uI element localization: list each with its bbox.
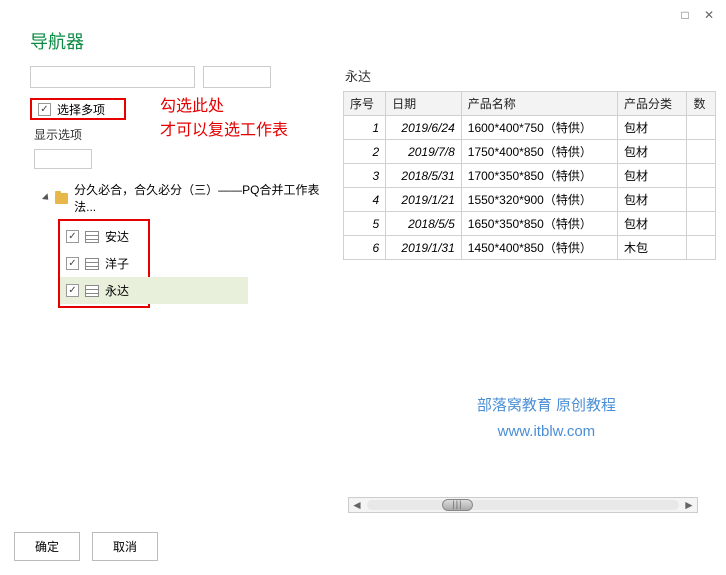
- navigator-tree: 分久必合，合久必分（三）——PQ合并工作表法... 安达 洋子 永达: [30, 179, 325, 308]
- cell: 3: [344, 164, 386, 188]
- sheet-label: 洋子: [105, 255, 129, 272]
- ok-button[interactable]: 确定: [14, 532, 80, 561]
- table-row[interactable]: 42019/1/211550*320*900（特供）包材: [344, 188, 716, 212]
- cell: 2019/1/21: [386, 188, 462, 212]
- tree-item-yangzi[interactable]: 洋子: [60, 250, 148, 277]
- table-header-row: 序号 日期 产品名称 产品分类 数: [344, 92, 716, 116]
- annotation-line2: 才可以复选工作表: [160, 119, 288, 143]
- cell: 5: [344, 212, 386, 236]
- annotation-text: 勾选此处 才可以复选工作表: [160, 95, 288, 143]
- col-category[interactable]: 产品分类: [617, 92, 687, 116]
- cell: [687, 212, 716, 236]
- scroll-track[interactable]: [367, 500, 679, 510]
- table-row[interactable]: 52018/5/51650*350*850（特供）包材: [344, 212, 716, 236]
- cell: [687, 236, 716, 260]
- cell: [687, 140, 716, 164]
- sheet-checkbox[interactable]: [66, 284, 79, 297]
- col-date[interactable]: 日期: [386, 92, 462, 116]
- scroll-thumb[interactable]: [442, 499, 473, 511]
- scroll-left-icon[interactable]: ◄: [349, 498, 365, 512]
- horizontal-scrollbar[interactable]: ◄ ►: [348, 497, 698, 513]
- cell: [687, 116, 716, 140]
- dialog-title: 导航器: [0, 0, 726, 60]
- cell: 2018/5/5: [386, 212, 462, 236]
- table-row[interactable]: 22019/7/81750*400*850（特供）包材: [344, 140, 716, 164]
- cell: 包材: [617, 188, 687, 212]
- cell: 1700*350*850（特供）: [461, 164, 617, 188]
- watermark-line2: www.itblw.com: [477, 419, 616, 445]
- table-row[interactable]: 12019/6/241600*400*750（特供）包材: [344, 116, 716, 140]
- watermark: 部落窝教育 原创教程 www.itblw.com: [477, 393, 616, 445]
- display-options-input[interactable]: [34, 149, 92, 169]
- tree-item-yongda[interactable]: 永达: [60, 277, 248, 304]
- cell: 包材: [617, 140, 687, 164]
- cell: 包材: [617, 212, 687, 236]
- col-seq[interactable]: 序号: [344, 92, 386, 116]
- multi-select-label: 选择多项: [57, 101, 105, 118]
- col-qty[interactable]: 数: [687, 92, 716, 116]
- cell: 木包: [617, 236, 687, 260]
- close-icon[interactable]: ✕: [702, 8, 716, 22]
- sheet-icon: [85, 231, 99, 243]
- sheet-icon: [85, 258, 99, 270]
- tree-item-anda[interactable]: 安达: [60, 223, 148, 250]
- table-row[interactable]: 32018/5/311700*350*850（特供）包材: [344, 164, 716, 188]
- cell: 1650*350*850（特供）: [461, 212, 617, 236]
- tree-root-label: 分久必合，合久必分（三）——PQ合并工作表法...: [74, 181, 325, 215]
- tree-children: 安达 洋子 永达: [58, 219, 150, 308]
- cancel-button[interactable]: 取消: [92, 532, 158, 561]
- tree-root[interactable]: 分久必合，合久必分（三）——PQ合并工作表法...: [30, 179, 325, 217]
- sheet-checkbox[interactable]: [66, 230, 79, 243]
- multi-select-checkbox[interactable]: [38, 103, 51, 116]
- search-aux-input[interactable]: [203, 66, 271, 88]
- sheet-label: 安达: [105, 228, 129, 245]
- cell: 1600*400*750（特供）: [461, 116, 617, 140]
- sheet-icon: [85, 285, 99, 297]
- sheet-checkbox[interactable]: [66, 257, 79, 270]
- folder-icon: [55, 193, 68, 204]
- cell: 4: [344, 188, 386, 212]
- cell: 1750*400*850（特供）: [461, 140, 617, 164]
- cell: [687, 164, 716, 188]
- expand-icon[interactable]: [42, 193, 51, 202]
- cell: [687, 188, 716, 212]
- scroll-right-icon[interactable]: ►: [681, 498, 697, 512]
- cell: 2019/7/8: [386, 140, 462, 164]
- preview-table: 序号 日期 产品名称 产品分类 数 12019/6/241600*400*750…: [343, 91, 716, 260]
- cell: 1550*320*900（特供）: [461, 188, 617, 212]
- multi-select-checkbox-row[interactable]: 选择多项: [30, 98, 126, 120]
- cell: 1450*400*850（特供）: [461, 236, 617, 260]
- cell: 2019/1/31: [386, 236, 462, 260]
- cell: 2018/5/31: [386, 164, 462, 188]
- navigator-left-pane: 选择多项 显示选项 勾选此处 才可以复选工作表 分久必合，合久必分（三）——PQ…: [30, 60, 335, 500]
- watermark-line1: 部落窝教育 原创教程: [477, 393, 616, 419]
- sheet-label: 永达: [105, 282, 129, 299]
- search-input[interactable]: [30, 66, 195, 88]
- col-product[interactable]: 产品名称: [461, 92, 617, 116]
- window-controls: □ ✕: [678, 8, 716, 22]
- cell: 1: [344, 116, 386, 140]
- cell: 包材: [617, 116, 687, 140]
- annotation-line1: 勾选此处: [160, 95, 288, 119]
- maximize-icon[interactable]: □: [678, 8, 692, 22]
- cell: 6: [344, 236, 386, 260]
- cell: 包材: [617, 164, 687, 188]
- dialog-footer: 确定 取消: [14, 532, 158, 561]
- preview-title: 永达: [343, 60, 716, 91]
- cell: 2019/6/24: [386, 116, 462, 140]
- table-row[interactable]: 62019/1/311450*400*850（特供）木包: [344, 236, 716, 260]
- cell: 2: [344, 140, 386, 164]
